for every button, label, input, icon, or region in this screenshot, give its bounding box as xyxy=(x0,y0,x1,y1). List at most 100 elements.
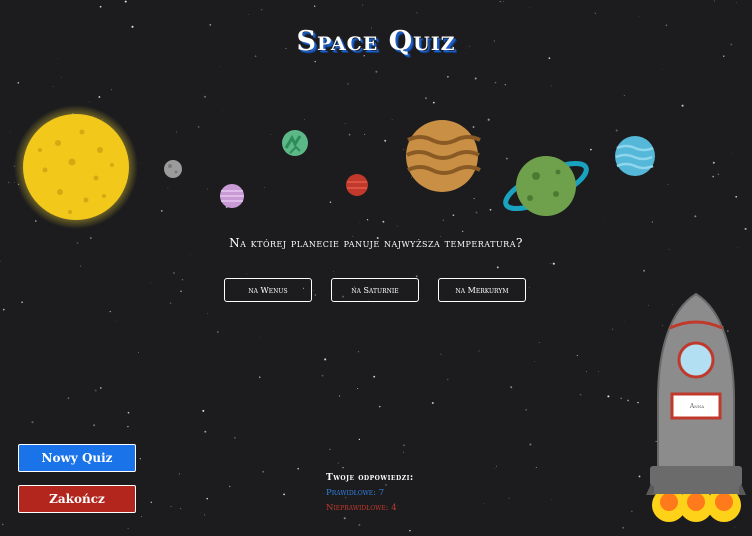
star xyxy=(150,501,153,504)
star xyxy=(510,386,513,389)
venus-icon xyxy=(220,184,244,208)
score-panel: Twoje odpowiedzi: Prawidłowe: 7 Nieprawi… xyxy=(326,473,414,513)
new-quiz-button[interactable]: Nowy Quiz xyxy=(18,444,136,472)
star xyxy=(631,510,633,512)
star xyxy=(447,378,449,381)
star xyxy=(313,289,314,291)
star xyxy=(262,470,265,473)
star xyxy=(402,444,405,447)
star xyxy=(178,473,181,475)
star xyxy=(343,517,346,520)
star xyxy=(139,458,141,460)
star xyxy=(127,527,129,529)
star xyxy=(322,493,324,494)
star xyxy=(342,466,344,469)
star xyxy=(586,371,587,372)
star xyxy=(181,278,184,281)
star xyxy=(440,353,442,355)
star xyxy=(529,443,532,446)
star xyxy=(170,505,172,507)
star xyxy=(234,437,236,439)
star xyxy=(579,393,582,396)
star xyxy=(496,266,499,269)
score-title: Twoje odpowiedzi: xyxy=(326,473,414,483)
star xyxy=(496,465,498,467)
star xyxy=(333,271,334,272)
star xyxy=(494,468,495,469)
star xyxy=(186,258,187,260)
star xyxy=(127,425,129,428)
star xyxy=(80,265,82,267)
star xyxy=(324,358,327,361)
star xyxy=(637,401,639,404)
star xyxy=(228,485,231,488)
star xyxy=(379,405,381,408)
wrong-count: Nieprawidłowe: 4 xyxy=(326,503,397,513)
star xyxy=(180,508,182,509)
star xyxy=(141,515,143,517)
star xyxy=(314,294,317,296)
star xyxy=(67,397,70,399)
star xyxy=(203,514,206,516)
uranus-icon xyxy=(615,136,655,176)
star xyxy=(535,466,537,468)
star xyxy=(94,389,97,392)
star xyxy=(206,497,208,500)
star xyxy=(246,273,247,274)
star xyxy=(529,287,531,288)
answer-button-2[interactable]: na Saturnie xyxy=(331,278,419,302)
star xyxy=(508,497,510,499)
star xyxy=(172,271,175,275)
star xyxy=(607,395,610,398)
star xyxy=(357,388,359,390)
answer-button-1[interactable]: na Wenus xyxy=(224,278,312,302)
star xyxy=(259,337,260,339)
star xyxy=(552,262,555,265)
star xyxy=(358,438,361,441)
star xyxy=(358,523,361,526)
star xyxy=(550,263,552,265)
star xyxy=(643,269,646,272)
star xyxy=(534,360,535,362)
star xyxy=(283,493,285,496)
mercury-icon xyxy=(164,160,182,178)
star xyxy=(169,302,172,304)
star xyxy=(100,387,102,389)
star xyxy=(373,375,376,378)
star xyxy=(109,310,111,313)
star xyxy=(478,350,480,352)
star xyxy=(207,313,209,315)
star xyxy=(93,424,96,427)
star xyxy=(418,303,419,305)
star xyxy=(57,472,59,473)
star xyxy=(21,301,23,304)
star xyxy=(190,253,191,255)
star xyxy=(339,395,340,397)
star xyxy=(415,275,418,278)
star xyxy=(431,401,434,405)
star xyxy=(483,503,485,504)
star xyxy=(116,320,118,321)
star xyxy=(576,354,579,357)
sun-icon xyxy=(14,105,138,229)
star xyxy=(538,342,540,344)
star xyxy=(598,370,599,372)
star xyxy=(627,399,629,402)
star xyxy=(403,451,405,453)
end-button[interactable]: Zakończ xyxy=(18,485,136,513)
saturn-icon xyxy=(503,156,589,216)
earth-icon xyxy=(282,130,308,156)
player-name-label: Anna xyxy=(689,403,705,410)
star xyxy=(127,411,130,414)
star xyxy=(620,397,622,399)
star xyxy=(409,529,411,532)
star xyxy=(0,260,1,262)
star xyxy=(180,290,182,293)
star xyxy=(259,376,261,378)
star xyxy=(202,409,205,412)
answer-button-3[interactable]: na Merkurym xyxy=(438,278,526,302)
star xyxy=(204,430,207,433)
star xyxy=(2,308,5,311)
star xyxy=(137,352,139,353)
star xyxy=(337,462,339,464)
